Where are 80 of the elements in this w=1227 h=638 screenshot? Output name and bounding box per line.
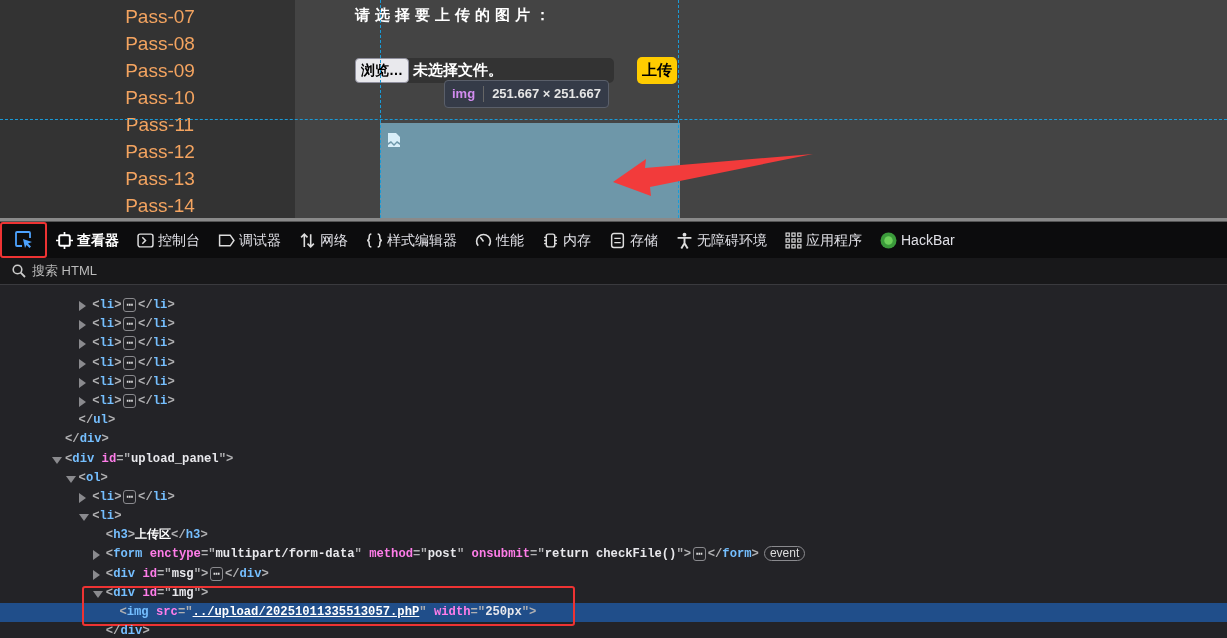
sidebar-link[interactable]: Pass-09 bbox=[45, 57, 275, 84]
element-picker-button[interactable] bbox=[0, 222, 47, 258]
devtools-tab[interactable]: 样式编辑器 bbox=[357, 222, 466, 258]
sidebar-link[interactable]: Pass-12 bbox=[45, 138, 275, 165]
code-line[interactable]: <li> ⋯ </li> bbox=[92, 298, 175, 312]
upload-button[interactable]: 上传 bbox=[637, 56, 677, 84]
frame-icon bbox=[56, 231, 73, 249]
code-line[interactable]: <div id="upload_panel"> bbox=[65, 451, 234, 466]
expand-toggle-icon[interactable] bbox=[79, 301, 87, 311]
expand-badge[interactable]: ⋯ bbox=[123, 355, 137, 370]
grid-icon bbox=[785, 231, 802, 249]
devtools-tab[interactable]: 应用程序 bbox=[776, 222, 871, 258]
expand-badge[interactable]: ⋯ bbox=[123, 317, 137, 332]
code-line[interactable]: <li> ⋯ </li> bbox=[92, 317, 175, 332]
expand-toggle-icon[interactable] bbox=[79, 492, 87, 503]
devtools-tab[interactable]: 性能 bbox=[466, 222, 533, 258]
expand-toggle-icon[interactable] bbox=[52, 456, 62, 464]
sidebar-link[interactable]: Pass-11 bbox=[45, 111, 275, 138]
code-line[interactable]: <li> ⋯ </li> bbox=[92, 355, 175, 370]
console-icon bbox=[137, 231, 154, 249]
code-line[interactable]: <li> bbox=[92, 509, 122, 524]
devtools-tab[interactable]: 查看器 bbox=[47, 222, 128, 258]
expand-badge[interactable]: ⋯ bbox=[123, 298, 137, 312]
logo-icon bbox=[880, 231, 897, 249]
person-icon bbox=[676, 231, 693, 249]
braces-icon bbox=[366, 231, 383, 249]
code-line[interactable]: <form enctype="multipart/form-data" method="post" onsubmit="return checkFile()"> ⋯ </form> event bbox=[105, 547, 806, 562]
sidebar-link[interactable]: Pass-07 bbox=[45, 3, 275, 30]
expand-toggle-icon[interactable] bbox=[79, 358, 87, 369]
code-line[interactable]: <h3>上传区</h3> bbox=[105, 528, 208, 543]
devtools-tab[interactable]: 调试器 bbox=[209, 222, 290, 258]
sidebar-link[interactable]: Pass-14 bbox=[45, 192, 275, 218]
expand-toggle-icon[interactable] bbox=[79, 514, 90, 522]
devtools-tab[interactable]: 控制台 bbox=[128, 222, 209, 258]
expand-badge[interactable]: ⋯ bbox=[123, 489, 137, 504]
source-link[interactable]: ../upload/20251011335513057.phP bbox=[192, 605, 420, 619]
expand-toggle-icon[interactable] bbox=[92, 569, 100, 580]
devtools-tab[interactable]: 网络 bbox=[290, 222, 357, 258]
devtools-tab[interactable]: 存储 bbox=[600, 222, 667, 258]
tooltip-size: 251.667 × 251.667 bbox=[492, 85, 601, 104]
code-line[interactable]: </div> bbox=[105, 624, 150, 638]
tooltip-tag: img bbox=[452, 84, 476, 104]
devtools-tab[interactable]: HackBar bbox=[871, 222, 964, 258]
code-line[interactable]: <li> ⋯ </li> bbox=[92, 489, 175, 504]
expand-badge[interactable]: ⋯ bbox=[693, 547, 706, 562]
devtools-tab[interactable]: 无障碍环境 bbox=[667, 222, 776, 258]
code-line[interactable]: <ol> bbox=[78, 470, 108, 485]
prompt-text: 请选择要上传的图片： bbox=[355, 5, 556, 25]
code-line[interactable]: <li> ⋯ </li> bbox=[92, 374, 175, 389]
sidebar-link[interactable]: Pass-13 bbox=[45, 165, 275, 192]
code-line[interactable]: </div> bbox=[65, 432, 109, 447]
expand-toggle-icon[interactable] bbox=[79, 339, 87, 350]
storage-icon bbox=[609, 231, 626, 249]
broken-image-icon bbox=[387, 132, 401, 149]
code-line[interactable]: <li> ⋯ </li> bbox=[92, 336, 175, 351]
file-input[interactable]: 浏览… 未选择文件。 bbox=[355, 57, 614, 83]
file-status: 未选择文件。 bbox=[413, 59, 503, 80]
code-line[interactable]: </ul> bbox=[78, 413, 116, 428]
arrows-icon bbox=[299, 231, 316, 249]
expand-toggle-icon[interactable] bbox=[65, 475, 76, 483]
tag-icon bbox=[218, 231, 235, 249]
expand-badge[interactable]: ⋯ bbox=[210, 566, 223, 581]
expand-badge[interactable]: ⋯ bbox=[123, 374, 137, 389]
expand-toggle-icon[interactable] bbox=[79, 396, 87, 407]
code-line[interactable]: <div id="msg"> ⋯ </div> bbox=[105, 566, 269, 581]
expand-badge[interactable]: ⋯ bbox=[123, 393, 137, 408]
devtools-tab[interactable]: 内存 bbox=[533, 222, 600, 258]
expand-toggle-icon[interactable] bbox=[79, 377, 87, 388]
browse-button[interactable]: 浏览… bbox=[355, 57, 409, 83]
expand-toggle-icon[interactable] bbox=[92, 550, 100, 561]
sidebar-link[interactable]: Pass-08 bbox=[45, 30, 275, 57]
code-line[interactable]: <li> ⋯ </li> bbox=[92, 393, 175, 408]
search-icon bbox=[12, 264, 26, 278]
search-field[interactable]: 搜索 HTML bbox=[30, 260, 330, 282]
chip-icon bbox=[542, 231, 559, 249]
cursor-icon bbox=[13, 230, 34, 250]
expand-badge[interactable]: ⋯ bbox=[123, 336, 137, 351]
gauge-icon bbox=[475, 231, 492, 249]
expand-toggle-icon[interactable] bbox=[79, 320, 87, 331]
sidebar-link[interactable]: Pass-10 bbox=[45, 84, 275, 111]
